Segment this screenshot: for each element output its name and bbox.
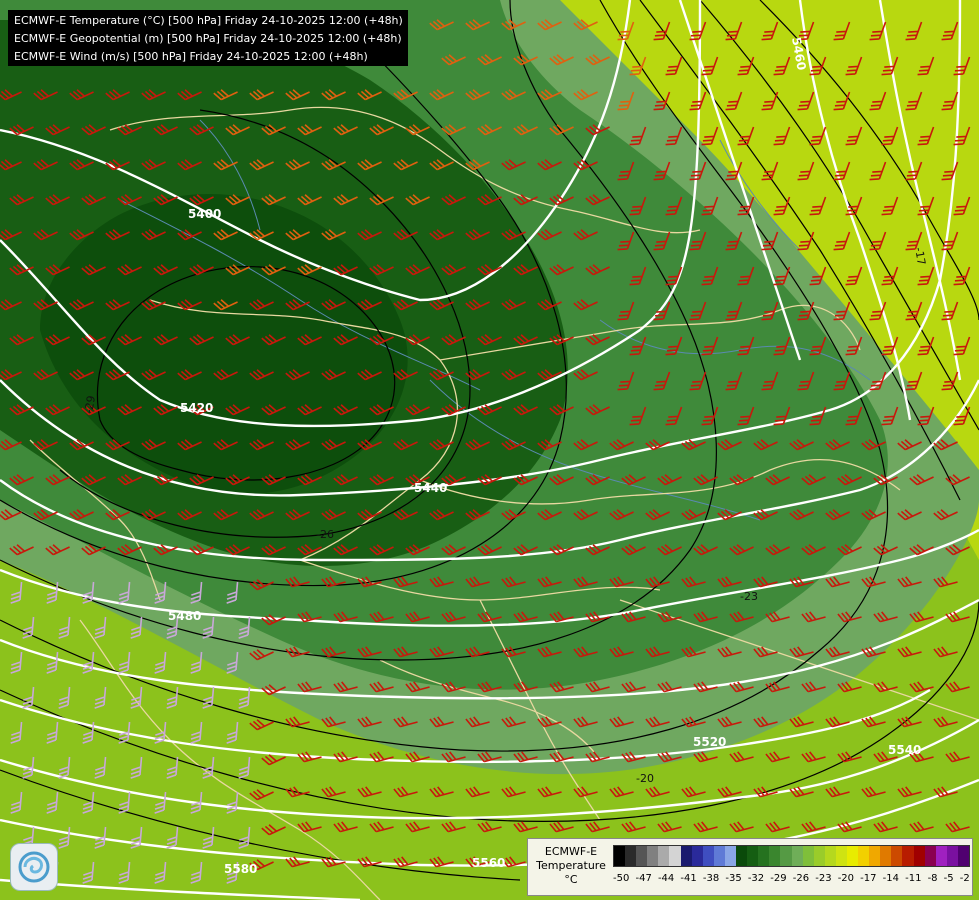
legend-tick-label: -8 <box>927 873 938 884</box>
legend-unit: °C <box>564 873 578 886</box>
legend-tick-label: -29 <box>770 873 787 884</box>
temperature-fill <box>0 0 979 900</box>
legend-tick-label: -32 <box>747 873 765 884</box>
legend-tick-label: -35 <box>725 873 742 884</box>
legend-swatch <box>636 846 648 866</box>
height-label: 5580 <box>224 862 257 876</box>
legend-tick-label: -14 <box>882 873 899 884</box>
legend-tick-label: -44 <box>657 873 675 884</box>
legend-tick-label: -2 <box>959 873 970 884</box>
legend-swatch <box>625 846 637 866</box>
legend-swatch <box>680 846 692 866</box>
legend-swatch <box>913 846 925 866</box>
legend-swatch <box>880 846 892 866</box>
legend-tick-label: -11 <box>905 873 922 884</box>
legend-colorbar <box>613 845 970 867</box>
legend-swatch <box>835 846 847 866</box>
legend-swatch <box>813 846 825 866</box>
legend-tick-label: -47 <box>635 873 652 884</box>
legend-swatch <box>724 846 737 866</box>
legend-swatch <box>758 846 770 866</box>
legend-ticks: -50 -47 -44 -41 -38 -35 -32 -29 -26 -23 -20 -17 -14-… <box>613 873 970 884</box>
legend-tick-label: -5 <box>943 873 954 884</box>
legend-swatch <box>846 846 859 866</box>
title-wind: ECMWF-E Wind (m/s) [500 hPa] Friday 24-1… <box>14 50 368 63</box>
height-label: 5520 <box>693 735 726 749</box>
legend-swatch <box>747 846 759 866</box>
legend-swatch <box>902 846 914 866</box>
temperature-legend: ECMWF-E Temperature °C -50 -47 -44 -41 -38 -3… <box>527 838 973 896</box>
legend-swatch <box>858 846 870 866</box>
legend-swatch <box>924 846 936 866</box>
legend-swatch <box>669 846 681 866</box>
legend-swatch <box>957 846 969 866</box>
temp-label: -20 <box>636 772 654 785</box>
legend-swatch <box>614 846 626 866</box>
legend-swatch <box>702 846 714 866</box>
height-label: 5420 <box>180 401 213 415</box>
title-temperature: ECMWF-E Temperature (°C) [500 hPa] Frida… <box>14 14 403 27</box>
legend-swatch <box>736 846 748 866</box>
legend-title: ECMWF-E Temperature °C <box>532 845 610 887</box>
weather-map: 5400 5420 5440 5480 5520 5540 5560 5580 … <box>0 0 979 900</box>
legend-swatch <box>824 846 836 866</box>
height-label: 5400 <box>188 207 221 221</box>
legend-swatch <box>658 846 670 866</box>
legend-swatch <box>780 846 792 866</box>
legend-swatch <box>946 846 958 866</box>
swirl-logo-icon <box>10 843 58 891</box>
legend-swatch <box>802 846 814 866</box>
height-label: 5560 <box>472 856 505 870</box>
temp-label: -23 <box>740 590 758 603</box>
height-label: 5540 <box>888 743 921 757</box>
height-label: 5480 <box>168 609 201 623</box>
legend-swatch <box>869 846 881 866</box>
legend-tick-label: -23 <box>815 873 832 884</box>
title-geopotential: ECMWF-E Geopotential (m) [500 hPa] Frida… <box>14 32 402 45</box>
legend-swatch <box>647 846 659 866</box>
legend-tick-label: -41 <box>680 873 697 884</box>
swirl-logo-graphic <box>18 851 50 883</box>
legend-tick-label: -38 <box>702 873 720 884</box>
map-viewport: 5400 5420 5440 5480 5520 5540 5560 5580 … <box>0 0 979 900</box>
legend-title-line: ECMWF-E <box>544 845 598 858</box>
temp-label: -26 <box>316 528 334 541</box>
map-title-box: ECMWF-E Temperature (°C) [500 hPa] Frida… <box>8 10 408 66</box>
legend-swatch <box>891 846 903 866</box>
legend-tick-label: -50 <box>613 873 630 884</box>
legend-swatch <box>769 846 781 866</box>
height-label: 5440 <box>414 481 447 495</box>
legend-swatch <box>713 846 725 866</box>
legend-swatch <box>791 846 803 866</box>
legend-swatch <box>935 846 947 866</box>
legend-tick-label: -20 <box>837 873 855 884</box>
legend-tick-label: -26 <box>792 873 810 884</box>
legend-title-line: Temperature <box>536 859 606 872</box>
legend-tick-label: -17 <box>860 873 877 884</box>
legend-swatch <box>691 846 703 866</box>
